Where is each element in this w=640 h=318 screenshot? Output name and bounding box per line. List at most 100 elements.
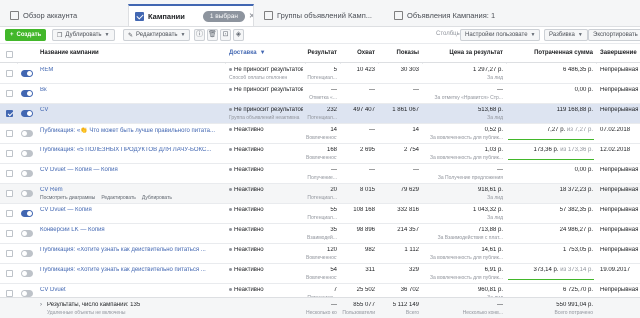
campaign-toggle[interactable] — [21, 170, 33, 177]
campaign-toggle[interactable] — [21, 230, 33, 237]
campaign-name-link[interactable]: Публикация: «👏 Что может быть лучше прав… — [40, 127, 222, 134]
column-header-delivery[interactable]: Доставка ▼ — [229, 50, 266, 56]
delivery-status-label: Неактивно — [234, 127, 264, 133]
delivery-status-label: Неактивно — [234, 247, 264, 253]
campaign-toggle[interactable] — [21, 150, 33, 157]
duplicate-link[interactable]: Дублировать — [142, 195, 172, 201]
tab-adsets[interactable]: Группы объявлений Камп... — [258, 4, 384, 26]
table-row[interactable]: CV Rem Посмотреть диаграммы Редактировать Д… — [0, 184, 640, 204]
row-checkbox[interactable] — [6, 250, 13, 257]
table-row[interactable]: Публикация: «5 ПОЛЕЗНЫХ ПРОДУКТОВ ДЛЯ ЛА… — [0, 144, 640, 164]
row-checkbox[interactable] — [6, 290, 13, 297]
row-checkbox[interactable] — [6, 270, 13, 277]
grid-icon — [264, 10, 273, 20]
results-type: Получение... — [307, 175, 337, 181]
close-icon[interactable]: ✕ — [249, 12, 253, 20]
results-value: 55 — [330, 207, 337, 213]
campaign-name-link[interactable]: CV Rem — [40, 187, 222, 193]
table-row[interactable]: REM Не приносит результатов Способ оплаты … — [0, 64, 640, 84]
campaign-toggle[interactable] — [21, 290, 33, 297]
spent-value: 1 753,05 р. — [562, 247, 593, 253]
campaign-toggle[interactable] — [21, 90, 33, 97]
campaign-name-link[interactable]: REM — [40, 67, 222, 73]
row-actions: Посмотреть диаграммы Редактировать Дублиро… — [40, 195, 178, 201]
campaign-name-link[interactable]: Конверсии LK — Копия — [40, 227, 222, 233]
edit-link[interactable]: Редактировать — [101, 195, 136, 201]
campaign-name-link[interactable]: CV Dvuet — Копия — [40, 207, 222, 213]
row-checkbox[interactable] — [6, 110, 13, 117]
delivery-status: Неактивно — [229, 287, 303, 293]
tab-account-overview[interactable]: Обзор аккаунта — [4, 4, 124, 26]
campaign-toggle[interactable] — [21, 210, 33, 217]
table-row[interactable]: CV Dvuet — Копия — Копия Неактивно — Получе… — [0, 164, 640, 184]
results-value: — — [331, 87, 337, 93]
row-checkbox[interactable] — [6, 190, 13, 197]
impressions-value: — — [413, 167, 419, 173]
delivery-status-label: Неактивно — [234, 227, 264, 233]
campaign-name-link[interactable]: CV Dvuet — [40, 287, 222, 293]
column-header-results[interactable]: Результат — [306, 50, 337, 56]
delivery-status-label: Неактивно — [234, 287, 264, 293]
column-header-spent[interactable]: Потраченная сумма — [507, 50, 593, 56]
select-all-checkbox[interactable] — [6, 51, 13, 58]
totals-expand-icon[interactable]: › — [40, 302, 42, 308]
cost-value: 1 043,32 р. — [472, 207, 503, 213]
row-checkbox[interactable] — [6, 90, 13, 97]
edit-button[interactable]: ✎ Редактировать ▼ — [123, 29, 191, 41]
table-row[interactable]: Вк Не приносит результатов — Отметка «... — —… — [0, 84, 640, 104]
table-row[interactable]: Публикация: «Хотите узнать как действите… — [0, 264, 640, 284]
create-button[interactable]: + Создать — [5, 29, 47, 41]
selected-count-badge[interactable]: 1 выбран — [202, 10, 245, 22]
cost-type: За лид — [487, 195, 503, 201]
view-charts-link[interactable]: Посмотреть диаграммы — [40, 195, 95, 201]
column-header-reach[interactable]: Охват — [341, 50, 375, 56]
tab-label: Обзор аккаунта — [23, 10, 78, 20]
campaign-name-link[interactable]: CV Dvuet — Копия — Копия — [40, 167, 222, 173]
lock-icon[interactable]: ⊡ — [220, 29, 231, 41]
campaign-toggle[interactable] — [21, 70, 33, 77]
column-header-end[interactable]: Завершение — [600, 50, 637, 56]
table-row[interactable]: CV Dvuet — Копия Неактивно 55 Потенциал... 1… — [0, 204, 640, 224]
duplicate-button[interactable]: ❐ Дублировать ▼ — [52, 29, 115, 41]
totals-impressions-sub: Всего — [405, 310, 419, 316]
campaign-toggle[interactable] — [21, 250, 33, 257]
campaign-name-link[interactable]: CV — [40, 107, 222, 113]
campaign-name-link[interactable]: Публикация: «5 ПОЛЕЗНЫХ ПРОДУКТОВ ДЛЯ ЛА… — [40, 147, 222, 153]
tab-ads[interactable]: Объявления Кампания: 1 — [388, 4, 518, 26]
campaign-toggle[interactable] — [21, 270, 33, 277]
row-checkbox[interactable] — [6, 170, 13, 177]
export-dropdown[interactable]: Экспортировать ▼ — [588, 29, 640, 41]
delivery-status: Неактивно — [229, 227, 303, 233]
columns-dropdown[interactable]: Настройки пользовате ▼ — [460, 29, 541, 41]
breakdown-dropdown[interactable]: Разбивка ▼ — [544, 29, 588, 41]
tag-icon[interactable]: ◈ — [233, 29, 244, 41]
campaign-name-link[interactable]: Публикация: «Хотите узнать как действите… — [40, 267, 222, 273]
table-row[interactable]: Конверсии LK — Копия Неактивно 35 Взаимодей… — [0, 224, 640, 244]
totals-cost-sub: Несколько конв... — [462, 310, 503, 316]
column-header-name[interactable]: Название кампании — [40, 50, 99, 56]
pencil-icon: ✎ — [128, 32, 134, 39]
column-header-impressions[interactable]: Показы — [379, 50, 420, 56]
chevron-down-icon: ▼ — [104, 32, 110, 38]
trash-icon[interactable]: 🗑 — [207, 29, 218, 41]
results-type: Отметка «... — [309, 95, 337, 101]
spent-value: 173,36 р. из 173,36 р. — [507, 147, 594, 153]
row-checkbox[interactable] — [6, 70, 13, 77]
table-row[interactable]: CV Не приносит результатов Группа объявлен… — [0, 104, 640, 124]
table-row[interactable]: Публикация: «Хотите узнать как действите… — [0, 244, 640, 264]
row-checkbox[interactable] — [6, 230, 13, 237]
campaign-toggle[interactable] — [21, 130, 33, 137]
row-checkbox[interactable] — [6, 150, 13, 157]
campaign-name-link[interactable]: Вк — [40, 87, 222, 93]
tab-campaigns[interactable]: Кампании 1 выбран ✕ — [128, 4, 254, 26]
delivery-status: Неактивно — [229, 147, 303, 153]
info-icon[interactable]: ⓘ — [194, 29, 205, 41]
totals-label: Результаты, число кампаний: 135 — [47, 302, 141, 308]
campaign-name-link[interactable]: Публикация: «Хотите узнать как действите… — [40, 247, 222, 253]
column-header-cost[interactable]: Цена за результат — [423, 50, 503, 56]
campaign-toggle[interactable] — [21, 110, 33, 117]
row-checkbox[interactable] — [6, 210, 13, 217]
table-row[interactable]: Публикация: «👏 Что может быть лучше прав… — [0, 124, 640, 144]
row-checkbox[interactable] — [6, 130, 13, 137]
campaign-toggle[interactable] — [21, 190, 33, 197]
